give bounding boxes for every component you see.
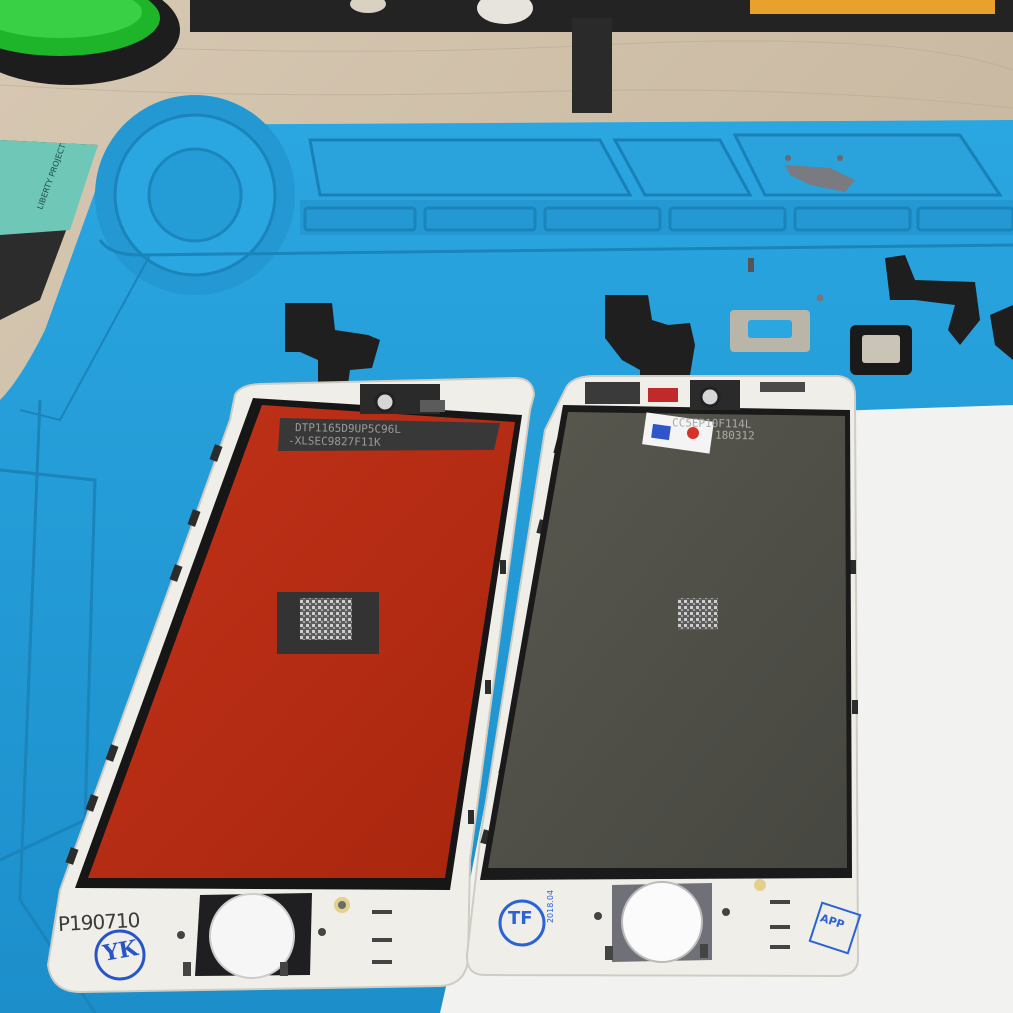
- repair-bench-scene: LIBERTY PROJECT: [0, 0, 1013, 1013]
- left-lcd-label-line2: -XLSEC9827F11K: [287, 434, 381, 449]
- right-tf-stamp: TF: [508, 908, 533, 929]
- right-lcd-label-line2: 180312: [714, 428, 755, 443]
- left-handwritten-batch: P190710: [57, 907, 140, 937]
- right-stamp-date: 2018.04: [546, 889, 556, 924]
